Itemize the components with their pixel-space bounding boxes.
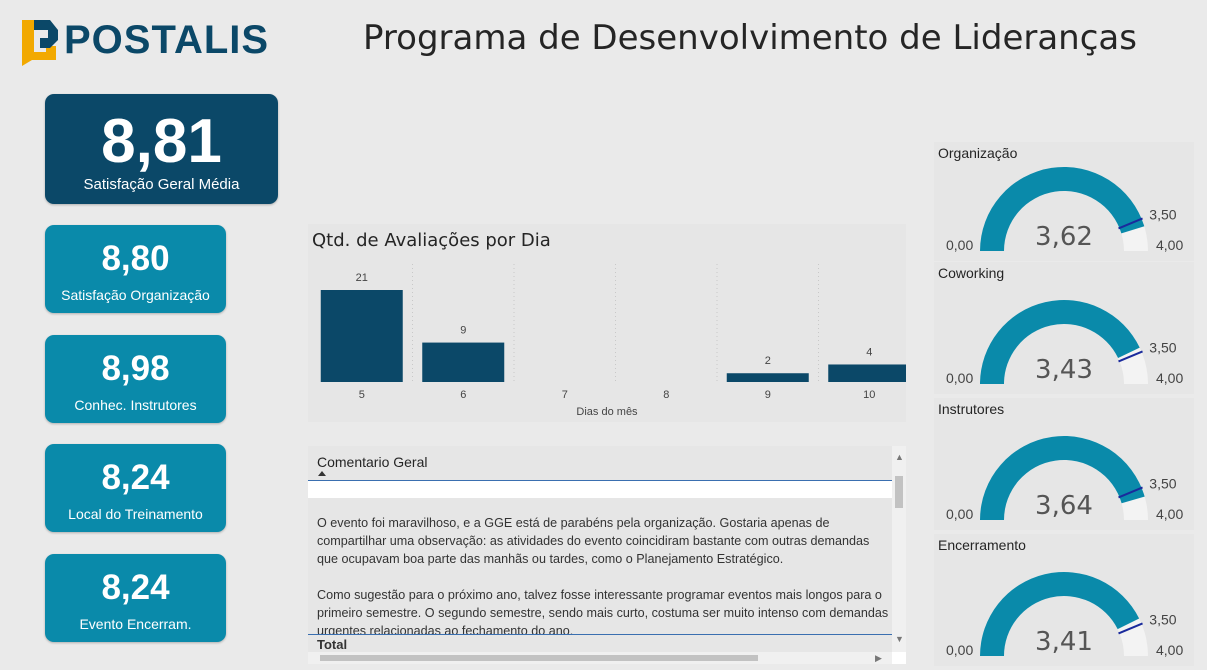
gauge-min-label: 0,00	[946, 642, 973, 658]
column-header-comment[interactable]: Comentario Geral	[317, 454, 428, 470]
table-row[interactable]: O evento foi maravilhoso, e a GGE está d…	[317, 514, 892, 568]
kpi-label: Satisfação Organização	[61, 287, 210, 303]
kpi-value: 8,24	[101, 568, 170, 607]
gauge-chart: 3,62 0,00 4,00 3,50	[946, 167, 1183, 253]
kpi-value: 8,98	[101, 349, 170, 388]
gauge-max-label: 4,00	[1156, 506, 1183, 522]
data-label: 21	[356, 272, 368, 284]
gauge-chart: 3,64 0,00 4,00 3,50	[946, 436, 1183, 522]
gauge-max-label: 4,00	[1156, 370, 1183, 386]
gauge-instructors[interactable]: Instrutores 3,64 0,00 4,00 3,50	[934, 398, 1194, 530]
gauge-value-label: 3,43	[1035, 355, 1093, 385]
table-row[interactable]	[308, 481, 892, 498]
bar-day-9[interactable]	[726, 373, 809, 382]
x-tick-label: 7	[562, 389, 568, 401]
gauge-min-label: 0,00	[946, 370, 973, 386]
logo-wordmark: POSTALIS	[64, 18, 270, 62]
kpi-label: Conhec. Instrutores	[74, 397, 197, 413]
kpi-label: Satisfação Geral Média	[83, 176, 240, 193]
page-title: Programa de Desenvolvimento de Liderança…	[363, 18, 1137, 58]
x-tick-label: 6	[460, 389, 466, 401]
postalis-logo: POSTALIS	[20, 16, 280, 66]
bar-day-5[interactable]	[320, 290, 403, 382]
kpi-card-instructors[interactable]: 8,98 Conhec. Instrutores	[45, 335, 226, 423]
gauge-target-label: 3,50	[1149, 611, 1176, 627]
scroll-down-icon[interactable]: ▼	[895, 634, 904, 644]
sort-ascending-icon[interactable]	[318, 471, 326, 476]
gauge-value-label: 3,41	[1035, 627, 1093, 657]
kpi-label: Evento Encerram.	[79, 616, 192, 632]
bar-day-10[interactable]	[828, 364, 906, 382]
scroll-up-icon[interactable]: ▲	[895, 452, 904, 462]
table-row-group[interactable]: O evento foi maravilhoso, e a GGE está d…	[308, 498, 892, 634]
data-label: 2	[765, 355, 771, 367]
gauge-target-label: 3,50	[1149, 339, 1176, 355]
x-tick-label: 8	[663, 389, 669, 401]
vertical-scrollbar[interactable]: ▲ ▼	[892, 446, 906, 652]
x-tick-label: 10	[863, 389, 875, 401]
table-row[interactable]: Como sugestão para o próximo ano, talvez…	[317, 586, 892, 634]
x-axis-label: Dias do mês	[576, 406, 638, 418]
gauge-max-label: 4,00	[1156, 642, 1183, 658]
comments-table[interactable]: Comentario Geral O evento foi maravilhos…	[308, 446, 906, 664]
kpi-value: 8,24	[101, 458, 170, 497]
scroll-right-icon[interactable]: ▶	[875, 653, 882, 664]
kpi-label: Local do Treinamento	[68, 506, 203, 522]
table-total-row: Total	[308, 634, 892, 653]
gauge-coworking[interactable]: Coworking 3,43 0,00 4,00 3,50	[934, 262, 1194, 394]
data-label: 9	[460, 325, 466, 337]
bar-day-6[interactable]	[422, 342, 505, 382]
horizontal-scrollbar[interactable]: ▶	[308, 652, 892, 664]
total-label: Total	[317, 637, 348, 652]
gauge-max-label: 4,00	[1156, 237, 1183, 253]
kpi-card-organization[interactable]: 8,80 Satisfação Organização	[45, 225, 226, 313]
gauge-closing[interactable]: Encerramento 3,41 0,00 4,00 3,50	[934, 534, 1194, 666]
table-header[interactable]: Comentario Geral	[308, 446, 892, 481]
kpi-value: 8,81	[101, 107, 222, 176]
kpi-card-overall-satisfaction[interactable]: 8,81 Satisfação Geral Média	[45, 94, 278, 204]
kpi-card-training-location[interactable]: 8,24 Local do Treinamento	[45, 444, 226, 532]
gauge-min-label: 0,00	[946, 237, 973, 253]
x-tick-label: 5	[359, 389, 365, 401]
gauge-chart: 3,43 0,00 4,00 3,50	[946, 300, 1183, 386]
kpi-card-closing-event[interactable]: 8,24 Evento Encerram.	[45, 554, 226, 642]
gauge-min-label: 0,00	[946, 506, 973, 522]
gauge-value-label: 3,64	[1035, 491, 1093, 521]
gauge-chart: 3,41 0,00 4,00 3,50	[946, 572, 1183, 658]
gauge-value-label: 3,62	[1035, 222, 1093, 252]
postalis-logo-mark-icon	[22, 20, 58, 66]
gauge-target-label: 3,50	[1149, 475, 1176, 491]
gauge-organization[interactable]: Organização 3,62 0,00 4,00 3,50	[934, 142, 1194, 261]
x-tick-label: 9	[765, 389, 771, 401]
data-label: 4	[866, 346, 872, 358]
vertical-scroll-thumb[interactable]	[895, 476, 903, 508]
evaluations-per-day-chart[interactable]: 21 5 9 6 7 8 2 9 4 10 Dias do mês	[308, 260, 906, 422]
kpi-value: 8,80	[101, 239, 170, 278]
chart-title: Qtd. de Avaliações por Dia	[312, 230, 551, 251]
gauge-target-label: 3,50	[1149, 206, 1176, 222]
horizontal-scroll-thumb[interactable]	[320, 655, 758, 661]
